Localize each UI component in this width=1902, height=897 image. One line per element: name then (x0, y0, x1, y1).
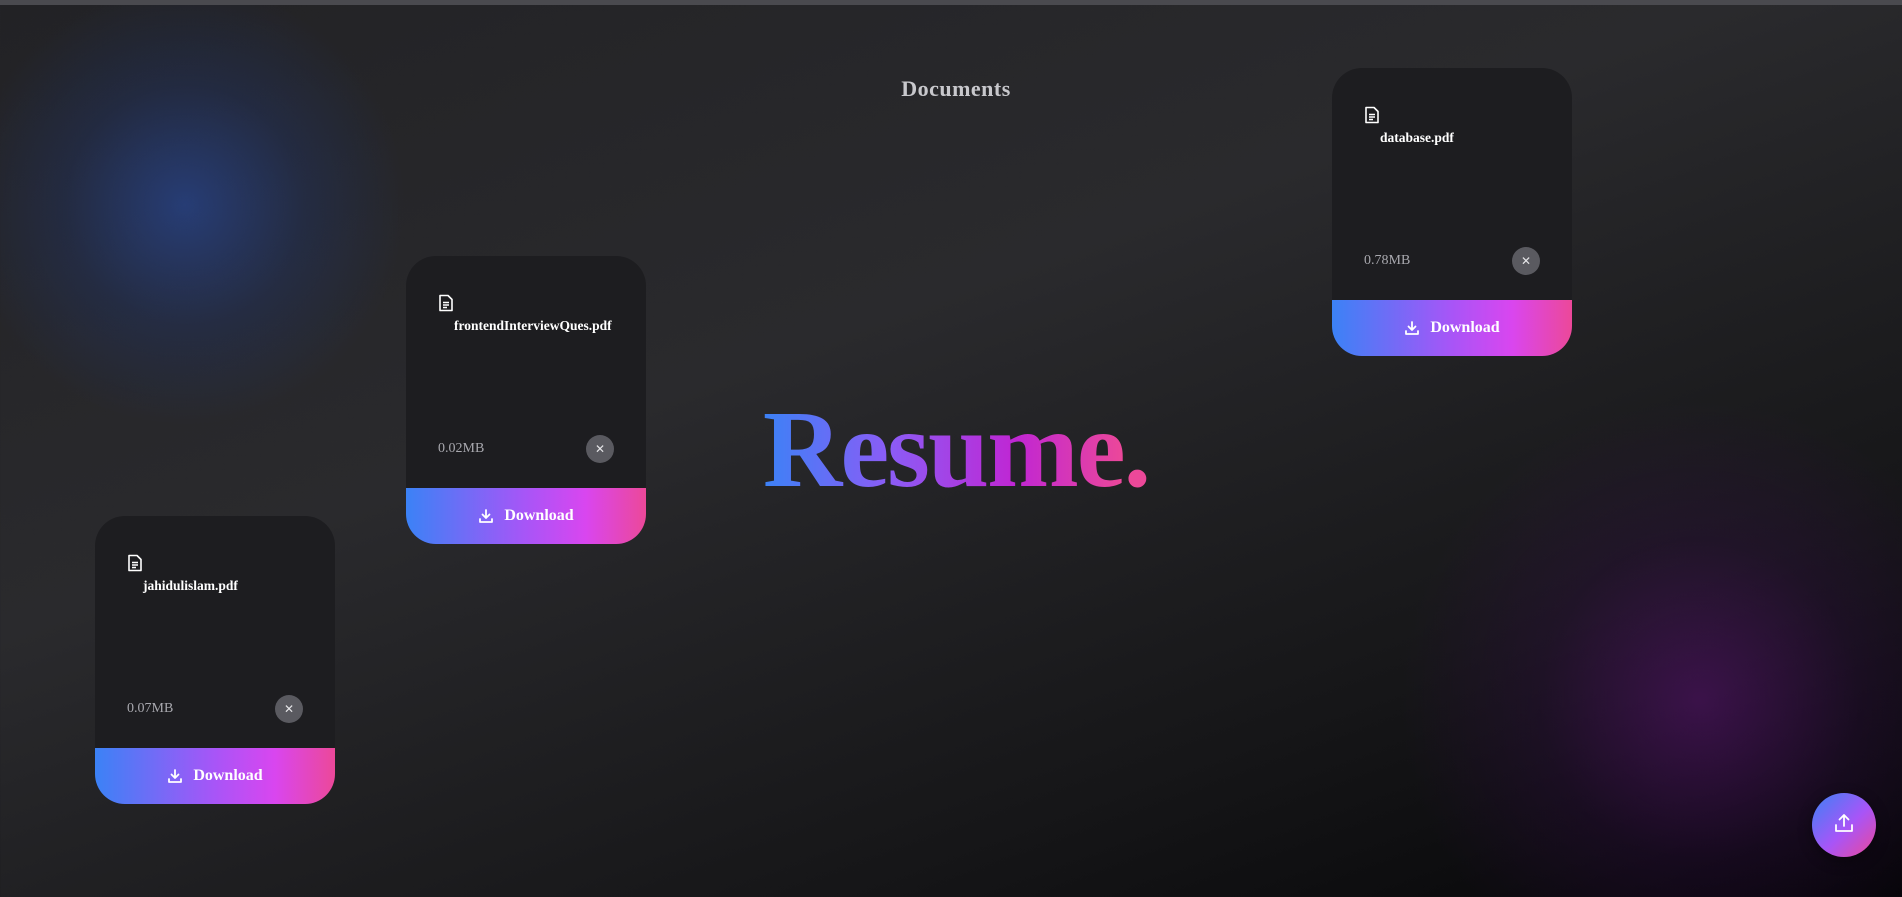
remove-button[interactable]: ✕ (1512, 247, 1540, 275)
download-icon (1404, 320, 1420, 336)
upload-icon (1832, 811, 1856, 840)
file-icon (438, 294, 454, 312)
top-bar (0, 0, 1902, 5)
document-size: 0.02MB (438, 441, 485, 456)
remove-button[interactable]: ✕ (275, 695, 303, 723)
remove-button[interactable]: ✕ (586, 435, 614, 463)
document-name: jahidulislam.pdf (143, 578, 238, 593)
document-card: jahidulislam.pdf 0.07MB ✕ Download (95, 516, 335, 804)
document-name: frontendInterviewQues.pdf (454, 318, 612, 333)
document-size: 0.07MB (127, 701, 174, 716)
page-title: Documents (901, 76, 1011, 101)
download-button[interactable]: Download (1332, 300, 1572, 356)
document-size: 0.78MB (1364, 253, 1411, 268)
document-name: database.pdf (1380, 130, 1454, 145)
download-button[interactable]: Download (95, 748, 335, 804)
hero-text: Resume (762, 388, 1126, 510)
document-card: frontendInterviewQues.pdf 0.02MB ✕ Downl… (406, 256, 646, 544)
download-label: Download (1430, 319, 1500, 336)
download-label: Download (193, 767, 263, 784)
download-button[interactable]: Download (406, 488, 646, 544)
download-icon (167, 768, 183, 784)
document-card: database.pdf 0.78MB ✕ Download (1332, 68, 1572, 356)
download-icon (478, 508, 494, 524)
file-icon (127, 554, 143, 572)
hero-heading: Resume. (0, 394, 1902, 504)
file-icon (1364, 106, 1380, 124)
upload-button[interactable] (1812, 793, 1876, 857)
hero-dot: . (1123, 388, 1151, 510)
download-label: Download (504, 507, 574, 524)
